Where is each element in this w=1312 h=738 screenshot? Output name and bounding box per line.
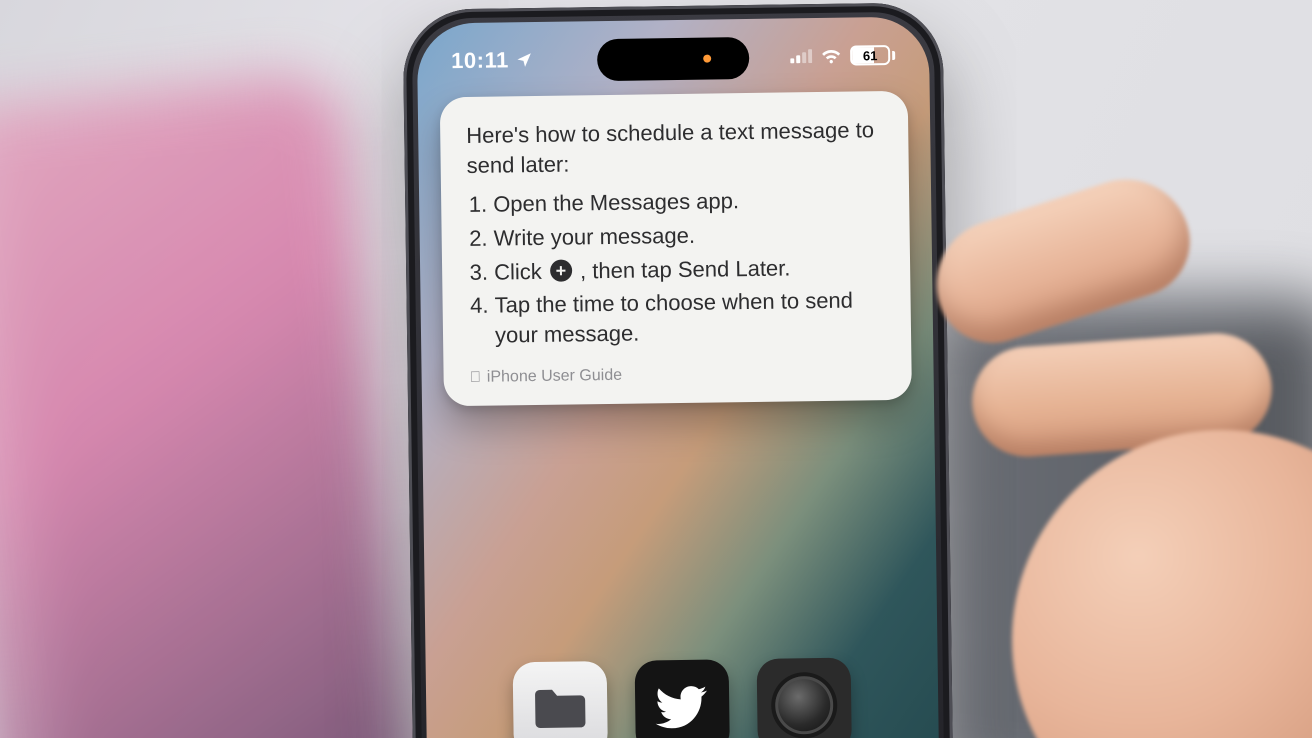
background-phone-blur: [0, 70, 419, 738]
app-icon-twitter[interactable]: [635, 659, 730, 738]
camera-lens-icon: [775, 676, 834, 735]
battery-indicator: 61: [850, 45, 895, 66]
apple-logo-icon: : [470, 370, 481, 385]
home-app-row: [426, 656, 939, 738]
answer-intro-text: Here's how to schedule a text message to…: [466, 115, 883, 180]
cellular-signal-icon: [790, 49, 812, 63]
answer-step: Click + , then tap Send Later.: [494, 252, 884, 287]
app-icon-files[interactable]: [513, 661, 608, 738]
answer-step: Write your message.: [493, 218, 883, 253]
photo-scene: 10:11: [0, 0, 1312, 738]
location-arrow-icon: [515, 51, 533, 69]
answer-step: Open the Messages app.: [493, 185, 883, 220]
answer-step: Tap the time to choose when to send your…: [494, 286, 885, 351]
plus-circle-icon: +: [550, 259, 572, 281]
siri-answer-card[interactable]: Here's how to schedule a text message to…: [440, 91, 912, 407]
status-time: 10:11: [451, 47, 509, 74]
status-bar: 10:11: [417, 32, 930, 83]
background-dark-object: [942, 300, 1312, 738]
battery-percent-text: 61: [863, 48, 878, 63]
iphone-screen[interactable]: 10:11: [417, 16, 944, 738]
wifi-icon: [820, 48, 842, 64]
iphone-device-frame: 10:11: [402, 2, 957, 738]
answer-source[interactable]:  iPhone User Guide: [469, 361, 885, 388]
app-icon-camera[interactable]: [757, 658, 852, 738]
answer-source-label: iPhone User Guide: [487, 365, 622, 388]
answer-step-list: Open the Messages app. Write your messag…: [467, 185, 885, 351]
